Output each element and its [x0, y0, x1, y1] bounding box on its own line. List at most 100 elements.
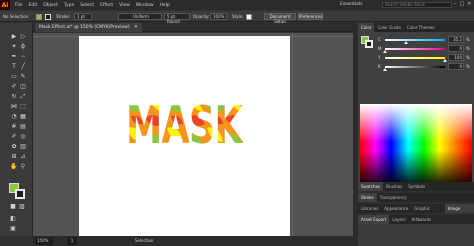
- paintbrush-tool-icon[interactable]: ✎: [19, 73, 27, 81]
- menu-select[interactable]: Select: [80, 3, 94, 8]
- column-graph-tool-icon[interactable]: ▥: [19, 143, 27, 151]
- window-controls: – □ ✕: [454, 1, 471, 7]
- tab-swatches[interactable]: Swatches: [358, 182, 384, 191]
- zoom-level-field[interactable]: 150%: [35, 237, 53, 245]
- blend-tool-icon[interactable]: ◎: [19, 133, 27, 141]
- tab-libraries[interactable]: Libraries: [358, 204, 381, 213]
- maximize-icon[interactable]: □: [460, 1, 465, 7]
- slider-thumb[interactable]: [383, 50, 387, 53]
- tab-color-themes[interactable]: Color Themes: [404, 23, 438, 32]
- lasso-tool-icon[interactable]: ϕ: [19, 43, 27, 51]
- pen-tool-icon[interactable]: ✒: [10, 53, 18, 61]
- tab-stroke[interactable]: Stroke: [358, 193, 377, 202]
- stroke-color-swatch[interactable]: [45, 13, 51, 20]
- slider-label: K: [378, 64, 381, 69]
- direct-selection-tool-icon[interactable]: ▷: [19, 33, 27, 41]
- tab-image-trace[interactable]: Image Trace: [444, 204, 474, 220]
- slider-row-k: K 0%: [378, 63, 472, 71]
- preferences-button[interactable]: Preferences: [298, 13, 323, 20]
- slider-value-field[interactable]: 0: [448, 45, 464, 52]
- slider-value-field[interactable]: 0: [448, 63, 464, 70]
- stroke-weight-field[interactable]: 1 pt: [74, 13, 92, 20]
- graphic-style-swatch[interactable]: [246, 13, 252, 20]
- artboard-number-field[interactable]: 1: [67, 237, 77, 245]
- close-tab-icon[interactable]: ✕: [134, 25, 138, 30]
- menu-file[interactable]: File: [15, 3, 23, 8]
- tab-layers[interactable]: Layers: [389, 215, 408, 224]
- rectangle-tool-icon[interactable]: ▭: [10, 73, 18, 81]
- canvas-guide: [292, 33, 293, 236]
- gradient-mode-icon[interactable]: ▨: [18, 203, 26, 211]
- mask-text[interactable]: MASK: [126, 98, 243, 146]
- hand-tool-icon[interactable]: ✋: [10, 163, 18, 171]
- gradient-tool-icon[interactable]: ▤: [19, 123, 27, 131]
- menu-edit[interactable]: Edit: [29, 3, 38, 8]
- slider-thumb[interactable]: [443, 59, 447, 62]
- stock-search-input[interactable]: Search Adobe Stock: [382, 2, 452, 8]
- zoom-tool-icon[interactable]: ⚲: [19, 163, 27, 171]
- line-tool-icon[interactable]: ╱: [19, 63, 27, 71]
- slider-thumb[interactable]: [383, 68, 387, 71]
- eraser-tool-icon[interactable]: ◫: [19, 83, 27, 91]
- tab-brushes[interactable]: Brushes: [383, 182, 405, 191]
- slider-label: Y: [378, 55, 381, 60]
- mesh-tool-icon[interactable]: #: [10, 123, 18, 131]
- color-spectrum[interactable]: [360, 104, 472, 188]
- color-mode-icon[interactable]: ■: [9, 203, 17, 211]
- menu-type[interactable]: Type: [64, 3, 74, 8]
- minimize-icon[interactable]: –: [454, 1, 457, 7]
- slider-track[interactable]: [385, 57, 445, 59]
- close-window-icon[interactable]: ✕: [467, 1, 471, 7]
- stroke-swatch[interactable]: [15, 189, 25, 199]
- slice-tool-icon[interactable]: ⊿: [19, 153, 27, 161]
- variable-width-profile[interactable]: Uniform: [118, 13, 162, 20]
- slider-thumb[interactable]: [404, 41, 408, 44]
- eyedropper-tool-icon[interactable]: ✐: [10, 133, 18, 141]
- artboard-tool-icon[interactable]: ⊞: [10, 153, 18, 161]
- slider-track[interactable]: [385, 66, 445, 68]
- shape-builder-tool-icon[interactable]: ◔: [10, 113, 18, 121]
- perspective-grid-tool-icon[interactable]: ▦: [19, 113, 27, 121]
- free-transform-tool-icon[interactable]: ⬚: [19, 103, 27, 111]
- tab-asset-export[interactable]: Asset Export: [358, 215, 390, 224]
- tab-appearance[interactable]: Appearance: [381, 204, 411, 213]
- rotate-tool-icon[interactable]: ↻: [10, 93, 18, 101]
- document-tab[interactable]: Mask Effect.ai* @ 150% (CMYK/Preview) ✕: [35, 23, 142, 32]
- menu-effect[interactable]: Effect: [100, 3, 113, 8]
- slider-track[interactable]: [385, 39, 445, 41]
- scale-tool-icon[interactable]: ⤢: [19, 93, 27, 101]
- fill-color-swatch[interactable]: [36, 13, 42, 20]
- tab-symbols[interactable]: Symbols: [405, 182, 428, 191]
- draw-mode-icon[interactable]: ◧: [9, 215, 17, 223]
- type-tool-icon[interactable]: T: [10, 63, 18, 71]
- menu-object[interactable]: Object: [43, 3, 58, 8]
- menu-window[interactable]: Window: [136, 3, 154, 8]
- document-setup-button[interactable]: Document Setup: [264, 13, 296, 24]
- menu-help[interactable]: Help: [160, 3, 170, 8]
- workspace-switcher[interactable]: Essentials: [340, 2, 363, 7]
- slider-value-field[interactable]: 35.2: [448, 36, 464, 43]
- curvature-tool-icon[interactable]: ∽: [19, 53, 27, 61]
- slider-track[interactable]: [385, 48, 445, 50]
- tab-artboards[interactable]: Artboards: [409, 215, 435, 224]
- magic-wand-tool-icon[interactable]: ✦: [10, 43, 18, 51]
- slider-value-field[interactable]: 100: [448, 54, 464, 61]
- width-tool-icon[interactable]: ⋈: [10, 103, 18, 111]
- brush-definition[interactable]: 5 pt. Round: [164, 13, 190, 24]
- opacity-field[interactable]: 100%: [210, 13, 227, 20]
- screen-mode-icon[interactable]: ▣: [9, 225, 17, 233]
- panel-stroke-swatch[interactable]: [365, 40, 373, 48]
- tab-graphic-styles[interactable]: Graphic Styles: [411, 204, 445, 220]
- tab-color[interactable]: Color: [358, 23, 375, 32]
- shaper-tool-icon[interactable]: ✐: [10, 83, 18, 91]
- selection-tool-icon[interactable]: ▶: [10, 33, 18, 41]
- current-tool-status: Selection: [135, 238, 154, 243]
- profile-label: Uniform: [133, 14, 149, 19]
- mask-artwork[interactable]: MASK: [125, 98, 243, 146]
- symbol-sprayer-tool-icon[interactable]: ✿: [10, 143, 18, 151]
- tab-color-guide[interactable]: Color Guide: [374, 23, 403, 32]
- tab-transparency[interactable]: Transparency: [377, 193, 410, 202]
- menu-view[interactable]: View: [119, 3, 130, 8]
- menu-items: File Edit Object Type Select Effect View…: [15, 3, 170, 8]
- libraries-panel-tabs: Libraries Appearance Graphic Styles Imag…: [358, 204, 474, 220]
